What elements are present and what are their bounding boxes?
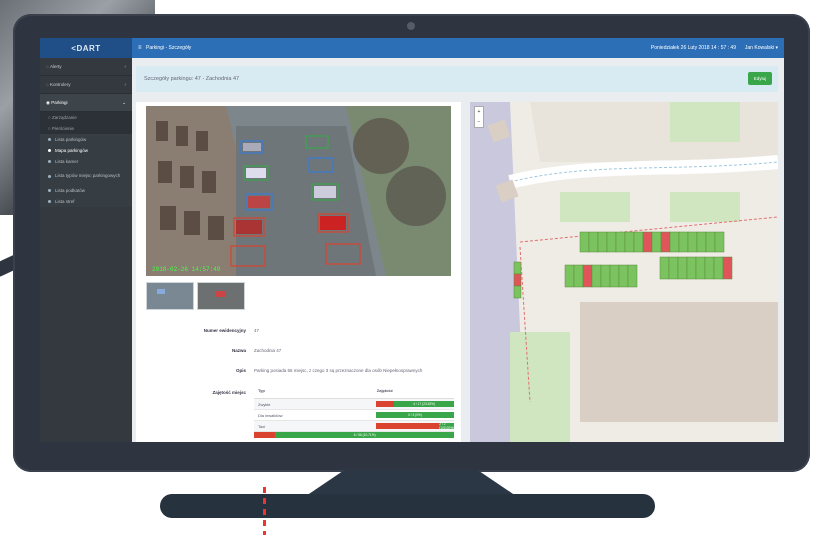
- camera-scene: [146, 106, 451, 276]
- bullet-icon: [48, 174, 51, 178]
- breadcrumb: Parkingi - Szczegóły: [146, 45, 192, 51]
- row-type: Taxi: [258, 423, 266, 429]
- occupancy-text: 0 / 3 (0%): [376, 412, 454, 418]
- occupancy-label: Zajętość miejsc: [212, 390, 246, 395]
- table-row: Taxi 2 / 2 (100.00%): [254, 421, 454, 432]
- bullet-icon: [48, 189, 51, 192]
- sidebar-subitem-label: Pierścienie: [51, 126, 74, 131]
- occupancy-table: Typ Zajętość Zwykłe 4 / 17 (23.53%) Dla …: [254, 388, 454, 432]
- bullet-icon: [48, 160, 51, 163]
- table-header: Typ Zajętość: [254, 388, 454, 399]
- bullet-icon: [48, 200, 51, 203]
- zoom-out-icon[interactable]: −: [475, 117, 483, 127]
- occupancy-text: 4 / 17 (23.53%): [394, 401, 454, 407]
- screen: <DART ≡ Parkingi - Szczegóły Poniedziałe…: [40, 38, 784, 442]
- zoom-control[interactable]: + −: [474, 106, 484, 128]
- thumbnail-image: [198, 283, 244, 309]
- total-occupancy-bar: 6 / 56 (10.71%): [254, 432, 454, 438]
- sidebar-leaf-label: Lista kamer: [55, 159, 79, 164]
- thumbnail-image: [147, 283, 193, 309]
- page-title: Szczegóły parkingu: 47 - Zachodnia 47: [144, 76, 240, 82]
- sidebar-leaf-label: Lista parkingów: [55, 137, 87, 142]
- row-type: Dla inwalidów: [258, 412, 283, 418]
- occupancy-bar: 4 / 17 (23.53%): [376, 401, 454, 407]
- table-row: Zwykłe 4 / 17 (23.53%): [254, 399, 454, 410]
- sidebar-subitem-label: Zarządzanie: [51, 115, 77, 120]
- total-occupancy-text: 6 / 56 (10.71%): [275, 432, 454, 438]
- bullet-icon: [48, 138, 51, 141]
- name-value: Zachodnia 47: [254, 348, 282, 353]
- sidebar-item-alerts[interactable]: ◌ Alerty ‹: [40, 58, 132, 76]
- datetime-display: Poniedziałek 26 Luty 2018 14 : 57 : 49: [650, 45, 736, 51]
- sidebar-item-parkings[interactable]: ◉ Parkingi ⌄: [40, 94, 132, 112]
- edit-button[interactable]: Edytuj: [748, 72, 772, 85]
- column-header-type: Typ: [258, 388, 265, 393]
- occupied-fill: [376, 423, 440, 429]
- sidebar-subitem-dictionaries[interactable]: ○ Pierścienie: [40, 123, 132, 134]
- row-type: Zwykłe: [258, 401, 271, 407]
- description-label: Opis: [235, 368, 246, 373]
- total-occupied-fill: [254, 432, 276, 438]
- details-panel: 2018-02-26 14:57:49 Numer ewidencyjny 47…: [136, 102, 461, 442]
- parking-map[interactable]: + −: [470, 102, 778, 442]
- sidebar-item-label: Kontrolery: [49, 82, 71, 87]
- occupancy-bar: 2 / 2 (100.00%): [376, 423, 454, 429]
- camera-thumbnail[interactable]: [197, 282, 245, 310]
- chevron-left-icon: ‹: [124, 64, 127, 69]
- top-bar: <DART ≡ Parkingi - Szczegóły Poniedziałe…: [40, 38, 784, 58]
- sidebar-leaf-camera-list[interactable]: Lista kamer: [40, 156, 132, 167]
- page-header: Szczegóły parkingu: 47 - Zachodnia 47 Ed…: [136, 66, 778, 92]
- sidebar-item-label: Parkingi: [51, 100, 68, 105]
- sidebar-leaf-zone-list[interactable]: Lista stref: [40, 196, 132, 207]
- monitor-stand-base: [160, 494, 655, 518]
- chevron-left-icon: ‹: [124, 82, 127, 87]
- occupied-fill: [376, 401, 395, 407]
- zoom-in-icon[interactable]: +: [475, 107, 483, 117]
- sidebar-leaf-sublist[interactable]: Lista podkatów: [40, 185, 132, 196]
- sidebar-subitem-management[interactable]: ○ Zarządzanie: [40, 112, 132, 123]
- camera-timestamp: 2018-02-26 14:57:49: [152, 266, 221, 273]
- camera-image[interactable]: 2018-02-26 14:57:49: [146, 106, 451, 276]
- monitor-frame: <DART ≡ Parkingi - Szczegóły Poniedziałe…: [13, 14, 810, 472]
- id-value: 47: [254, 328, 260, 333]
- name-label: Nazwa: [231, 348, 246, 353]
- sidebar-item-label: Alerty: [49, 64, 62, 69]
- occupancy-bar: 0 / 3 (0%): [376, 412, 454, 418]
- sidebar-item-controllers[interactable]: ◌ Kontrolery ‹: [40, 76, 132, 94]
- menu-icon[interactable]: ≡: [138, 45, 142, 51]
- sidebar-leaf-label: Lista stref: [55, 199, 75, 204]
- main-content: Szczegóły parkingu: 47 - Zachodnia 47 Ed…: [132, 58, 784, 442]
- camera-thumbnail[interactable]: [146, 282, 194, 310]
- chevron-down-icon: ⌄: [122, 99, 126, 105]
- app-logo[interactable]: <DART: [40, 38, 132, 58]
- table-row: Dla inwalidów 0 / 3 (0%): [254, 410, 454, 421]
- description-value: Parking posiada 56 miejsc, z czego 3 są …: [254, 368, 423, 373]
- sidebar-leaf-label: Lista podkatów: [55, 188, 86, 193]
- sidebar-leaf-parking-map[interactable]: Mapa parkingów: [40, 145, 132, 156]
- user-menu[interactable]: Jan Kowalski ▾: [745, 45, 778, 51]
- sidebar: ◌ Alerty ‹ ◌ Kontrolery ‹ ◉ Parkingi ⌄ ○…: [40, 58, 132, 442]
- sidebar-leaf-label: Lista typów miejsc parkingowych: [55, 173, 121, 178]
- occupancy-text: 2 / 2 (100.00%): [439, 423, 454, 429]
- id-label: Numer ewidencyjny: [203, 328, 246, 333]
- bullet-icon: [48, 149, 51, 152]
- map-canvas: [470, 102, 778, 442]
- sidebar-leaf-label: Mapa parkingów: [55, 148, 89, 153]
- sidebar-leaf-parking-list[interactable]: Lista parkingów: [40, 134, 132, 145]
- sidebar-leaf-spot-types[interactable]: Lista typów miejsc parkingowych: [40, 167, 132, 185]
- webcam-dot: [407, 22, 415, 30]
- column-header-occupancy: Zajętość: [376, 388, 394, 393]
- decorative-dash-line: [263, 487, 266, 535]
